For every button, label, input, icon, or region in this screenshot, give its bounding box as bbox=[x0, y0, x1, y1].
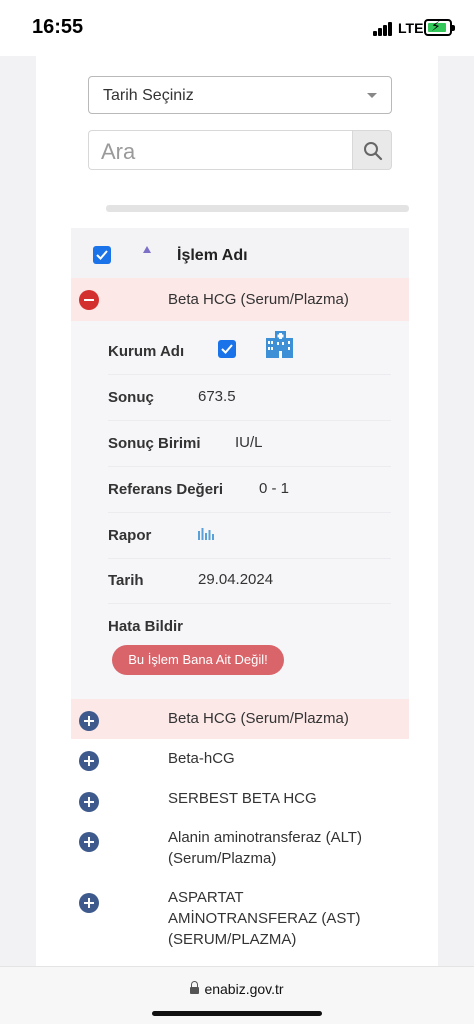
tarih-label: Tarih bbox=[108, 572, 144, 589]
table-row[interactable]: Beta-hCG bbox=[71, 739, 409, 779]
search-icon bbox=[364, 142, 383, 161]
column-header-islem-adi[interactable]: İşlem Adı bbox=[177, 247, 248, 265]
kurum-checkbox[interactable] bbox=[218, 340, 236, 358]
signal-icon bbox=[373, 22, 395, 36]
table-row[interactable]: ASPARTAT AMİNOTRANSFERAZ (AST) (SERUM/PL… bbox=[71, 879, 409, 959]
referans-degeri-label: Referans Değeri bbox=[108, 481, 224, 498]
table-row[interactable]: SERBEST BETA HCG bbox=[71, 779, 409, 819]
table-header: İşlem Adı bbox=[71, 228, 409, 278]
collapse-icon[interactable] bbox=[79, 290, 99, 310]
expand-icon[interactable] bbox=[79, 893, 99, 913]
table-row[interactable]: Alanin aminotransferaz (ALT) (Serum/Plaz… bbox=[71, 819, 409, 875]
table-row[interactable]: Beta HCG (Serum/Plazma) bbox=[71, 699, 409, 739]
search-input[interactable]: Ara bbox=[88, 130, 352, 170]
sort-ascending-icon[interactable] bbox=[143, 246, 151, 253]
row-name: Beta HCG (Serum/Plazma) bbox=[168, 710, 349, 727]
hata-bildir-label: Hata Bildir bbox=[108, 618, 184, 635]
row-name: Beta-hCG bbox=[168, 750, 235, 767]
rapor-label: Rapor bbox=[108, 527, 152, 544]
battery-icon: ⚡ bbox=[424, 18, 455, 36]
referans-degeri-value: 0 - 1 bbox=[259, 480, 290, 497]
sonuc-label: Sonuç bbox=[108, 389, 154, 406]
table-row-expanded[interactable]: Beta HCG (Serum/Plazma) bbox=[71, 278, 409, 321]
kurum-adi-label: Kurum Adı bbox=[108, 343, 185, 360]
row-name-line3: (SERUM/PLAZMA) bbox=[168, 931, 297, 948]
url-display[interactable]: enabiz.gov.tr bbox=[0, 981, 474, 997]
lock-icon bbox=[190, 981, 200, 995]
row-name: SERBEST BETA HCG bbox=[168, 790, 317, 807]
browser-address-bar: enabiz.gov.tr bbox=[0, 966, 474, 1024]
expand-icon[interactable] bbox=[79, 792, 99, 812]
status-time: 16:55 bbox=[32, 16, 84, 38]
horizontal-scrollbar[interactable] bbox=[106, 205, 409, 212]
row-name-line2: (Serum/Plazma) bbox=[168, 850, 277, 867]
expand-icon[interactable] bbox=[79, 832, 99, 852]
status-bar: 16:55 LTE ⚡ bbox=[0, 0, 474, 56]
sonuc-birimi-label: Sonuç Birimi bbox=[108, 435, 201, 452]
row-name-line1: Alanin aminotransferaz (ALT) bbox=[168, 829, 362, 846]
report-error-button[interactable]: Bu İşlem Bana Ait Değil! bbox=[112, 645, 284, 675]
date-select-value: Tarih Seçiniz bbox=[103, 87, 194, 104]
select-all-checkbox[interactable] bbox=[93, 246, 111, 264]
row-name-line2: AMİNOTRANSFERAZ (AST) bbox=[168, 910, 361, 927]
search-button[interactable] bbox=[352, 130, 392, 170]
search-placeholder: Ara bbox=[101, 139, 136, 164]
expand-icon[interactable] bbox=[79, 711, 99, 731]
sonuc-value: 673.5 bbox=[198, 388, 236, 405]
row-name-line1: ASPARTAT bbox=[168, 889, 244, 906]
url-text: enabiz.gov.tr bbox=[204, 981, 284, 997]
row-name: Beta HCG (Serum/Plazma) bbox=[168, 291, 349, 308]
home-indicator[interactable] bbox=[152, 1011, 322, 1016]
chevron-down-icon bbox=[367, 93, 377, 98]
bar-chart-icon[interactable] bbox=[198, 526, 214, 540]
date-select[interactable]: Tarih Seçiniz bbox=[88, 76, 392, 114]
network-label: LTE bbox=[398, 20, 424, 36]
expand-icon[interactable] bbox=[79, 751, 99, 771]
sonuc-birimi-value: IU/L bbox=[235, 434, 263, 451]
tarih-value: 29.04.2024 bbox=[198, 571, 274, 588]
row-detail-panel: Kurum Adı Sonuç 673.5 Sonuç Birimi IU/L … bbox=[71, 321, 409, 699]
hospital-icon[interactable] bbox=[264, 329, 294, 359]
results-table: İşlem Adı Beta HCG (Serum/Plazma) Kurum … bbox=[71, 228, 409, 966]
